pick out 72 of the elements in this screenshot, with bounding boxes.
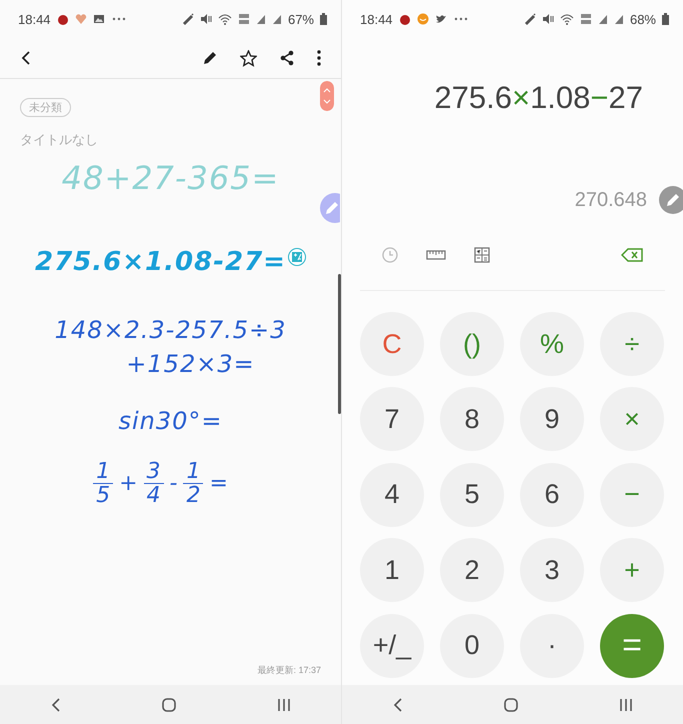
- home-icon[interactable]: [160, 696, 176, 712]
- share-icon[interactable]: [279, 50, 295, 66]
- wifi-icon: [560, 13, 574, 25]
- digit-key[interactable]: 3: [520, 538, 584, 602]
- ruler-icon[interactable]: [426, 250, 446, 260]
- star-icon[interactable]: [240, 50, 257, 66]
- image-icon: [92, 13, 105, 25]
- operator: -: [170, 471, 178, 496]
- digit-key[interactable]: 0: [440, 614, 504, 678]
- numerator: 1: [96, 460, 110, 484]
- expression-display: 275.6×1.08−27: [433, 79, 644, 117]
- signal-icon: [598, 13, 608, 25]
- operator: =: [209, 471, 228, 496]
- equals-key[interactable]: =: [600, 614, 664, 678]
- result-preview: 270.648: [574, 188, 647, 212]
- battery-icon: [320, 13, 327, 25]
- more-icon[interactable]: [317, 50, 321, 66]
- digit-key[interactable]: 1: [360, 538, 424, 602]
- battery-icon: [662, 13, 669, 25]
- operator-key[interactable]: ×: [600, 387, 664, 452]
- operator-key[interactable]: (): [440, 312, 504, 376]
- operator-key[interactable]: ÷: [600, 312, 664, 376]
- pen-status-icon: [182, 13, 194, 25]
- denominator: 2: [186, 484, 200, 508]
- denominator: 4: [146, 484, 161, 508]
- digit-key[interactable]: 5: [440, 462, 504, 527]
- numerator: 1: [186, 460, 200, 484]
- signal-icon: [272, 13, 282, 25]
- operator-key[interactable]: %: [520, 312, 584, 376]
- battery-level: 67%: [288, 12, 314, 26]
- scroll-handle[interactable]: [320, 81, 334, 111]
- status-time: 18:44: [360, 12, 393, 26]
- digit-key[interactable]: 8: [440, 387, 504, 452]
- battery-level: 68%: [630, 12, 656, 26]
- home-icon[interactable]: [502, 696, 518, 712]
- recents-icon[interactable]: [618, 698, 634, 712]
- denominator: 5: [96, 484, 110, 508]
- last-updated: 最終更新: 17:37: [257, 664, 321, 677]
- digit-key[interactable]: ·: [520, 614, 584, 678]
- handwritten-formula: 148×2.3-257.5÷3: [54, 316, 286, 344]
- heart-icon: [74, 13, 87, 25]
- pen-status-icon: [524, 13, 536, 25]
- smile-icon: [416, 13, 429, 25]
- bird-icon: [434, 13, 447, 25]
- handwritten-formula: sin30°=: [118, 406, 223, 435]
- digit-key[interactable]: 6: [520, 462, 584, 527]
- operator-key[interactable]: +: [600, 538, 664, 602]
- digit-key[interactable]: +/_: [360, 614, 424, 678]
- signal-icon: [614, 13, 624, 25]
- handwritten-formula: 275.6×1.08-27=: [35, 247, 286, 278]
- signal-icon: [256, 13, 266, 25]
- digit-key[interactable]: 7: [360, 387, 424, 452]
- app-icon: [56, 13, 69, 25]
- digit-key[interactable]: 4: [360, 462, 424, 527]
- status-time: 18:44: [18, 12, 51, 26]
- back-icon[interactable]: [20, 50, 32, 66]
- numerator: 3: [146, 460, 161, 484]
- handwritten-formula: 48+27-365=: [62, 159, 280, 197]
- operator: +: [119, 471, 138, 496]
- app-icon: [398, 13, 411, 25]
- back-icon[interactable]: [50, 698, 62, 712]
- backspace-icon[interactable]: [621, 248, 643, 262]
- wifi-icon: [218, 13, 232, 25]
- pencil-icon[interactable]: [202, 50, 218, 66]
- scrollbar[interactable]: [338, 274, 341, 414]
- back-icon[interactable]: [392, 698, 404, 712]
- recents-icon[interactable]: [276, 698, 292, 712]
- handwritten-formula: +152×3=: [126, 350, 255, 378]
- math-functions-icon[interactable]: [474, 247, 490, 263]
- digit-key[interactable]: 9: [520, 387, 584, 452]
- operator-key[interactable]: −: [600, 462, 664, 527]
- digit-key[interactable]: 2: [440, 538, 504, 602]
